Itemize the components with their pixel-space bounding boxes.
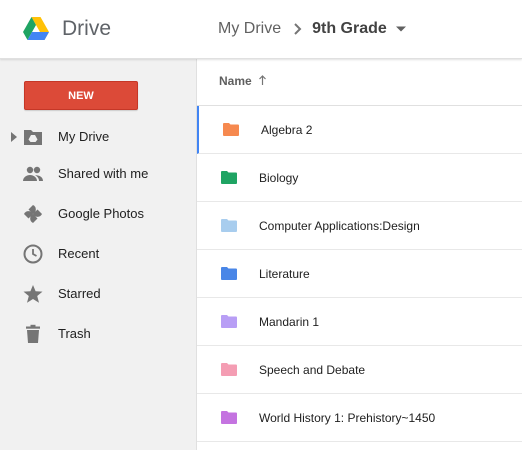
sidebar-item-label: Recent: [58, 246, 100, 261]
sort-arrow-up-icon[interactable]: [258, 74, 267, 86]
clock-icon: [23, 244, 43, 264]
folder-row-computer-applications[interactable]: Computer Applications:Design: [197, 202, 522, 250]
caret-down-icon[interactable]: [395, 23, 407, 35]
folder-name: Literature: [259, 267, 310, 281]
trash-icon: [26, 324, 40, 343]
folder-name: Speech and Debate: [259, 363, 366, 377]
sidebar-item-label: Starred: [58, 286, 101, 301]
folder-name: Mandarin 1: [259, 315, 320, 329]
list-header: Name: [197, 59, 522, 106]
expand-arrow-icon[interactable]: [10, 131, 18, 143]
sidebar-item-starred[interactable]: Starred: [0, 274, 196, 314]
sidebar-item-label: Google Photos: [58, 206, 145, 221]
photos-pinwheel-icon: [24, 205, 42, 223]
folder-row-literature[interactable]: Literature: [197, 250, 522, 298]
folder-shape: [221, 219, 237, 232]
folder-shape: [221, 171, 237, 184]
folder-name: World History 1: Prehistory~1450: [259, 411, 436, 425]
drive-logo-icon[interactable]: [23, 17, 49, 41]
folder-name: Algebra 2: [261, 123, 313, 137]
breadcrumb-my-drive[interactable]: My Drive: [218, 20, 281, 38]
top-bar: Drive My Drive 9th Grade: [0, 0, 522, 59]
sidebar-item-shared-with-me[interactable]: Shared with me: [0, 154, 196, 194]
sidebar-item-google-photos[interactable]: Google Photos: [0, 194, 196, 234]
sidebar-item-my-drive[interactable]: My Drive: [0, 117, 196, 157]
folder-row-speech-and-debate[interactable]: Speech and Debate: [197, 346, 522, 394]
new-button[interactable]: NEW: [24, 81, 138, 110]
star-icon: [23, 285, 43, 303]
breadcrumb: My Drive 9th Grade: [218, 20, 407, 38]
folder-icon: [223, 123, 239, 136]
sidebar-item-trash[interactable]: Trash: [0, 314, 196, 354]
breadcrumb-current-folder[interactable]: 9th Grade: [312, 20, 387, 38]
folder-name: Computer Applications:Design: [259, 219, 420, 233]
folder-icon: [221, 267, 237, 280]
folder-name: Biology: [259, 171, 299, 185]
folder-shape: [221, 315, 237, 328]
folder-row-algebra-2[interactable]: Algebra 2: [197, 106, 522, 154]
folder-shape: [221, 267, 237, 280]
file-list: Name Algebra 2 Biology Computer Applicat…: [197, 59, 522, 450]
drive-folder-icon: [24, 130, 42, 145]
folder-row-world-history-1[interactable]: World History 1: Prehistory~1450: [197, 394, 522, 442]
folder-row-biology[interactable]: Biology: [197, 154, 522, 202]
sidebar-item-label: Shared with me: [58, 166, 149, 181]
folder-shape: [221, 363, 237, 376]
app-name[interactable]: Drive: [62, 17, 111, 41]
folder-row-mandarin-1[interactable]: Mandarin 1: [197, 298, 522, 346]
sidebar: NEW My Drive Shared with me Google Photo…: [0, 59, 197, 450]
column-header-name[interactable]: Name: [219, 74, 252, 88]
sidebar-item-label: My Drive: [58, 129, 110, 144]
sidebar-item-label: Trash: [58, 326, 91, 341]
folder-icon: [221, 171, 237, 184]
folder-icon: [221, 219, 237, 232]
folder-icon: [221, 363, 237, 376]
chevron-right-icon: [294, 23, 302, 35]
folder-shape: [223, 123, 239, 136]
folder-icon: [221, 315, 237, 328]
sidebar-item-recent[interactable]: Recent: [0, 234, 196, 274]
people-icon: [23, 166, 43, 181]
folder-shape: [221, 411, 237, 424]
folder-icon: [221, 411, 237, 424]
